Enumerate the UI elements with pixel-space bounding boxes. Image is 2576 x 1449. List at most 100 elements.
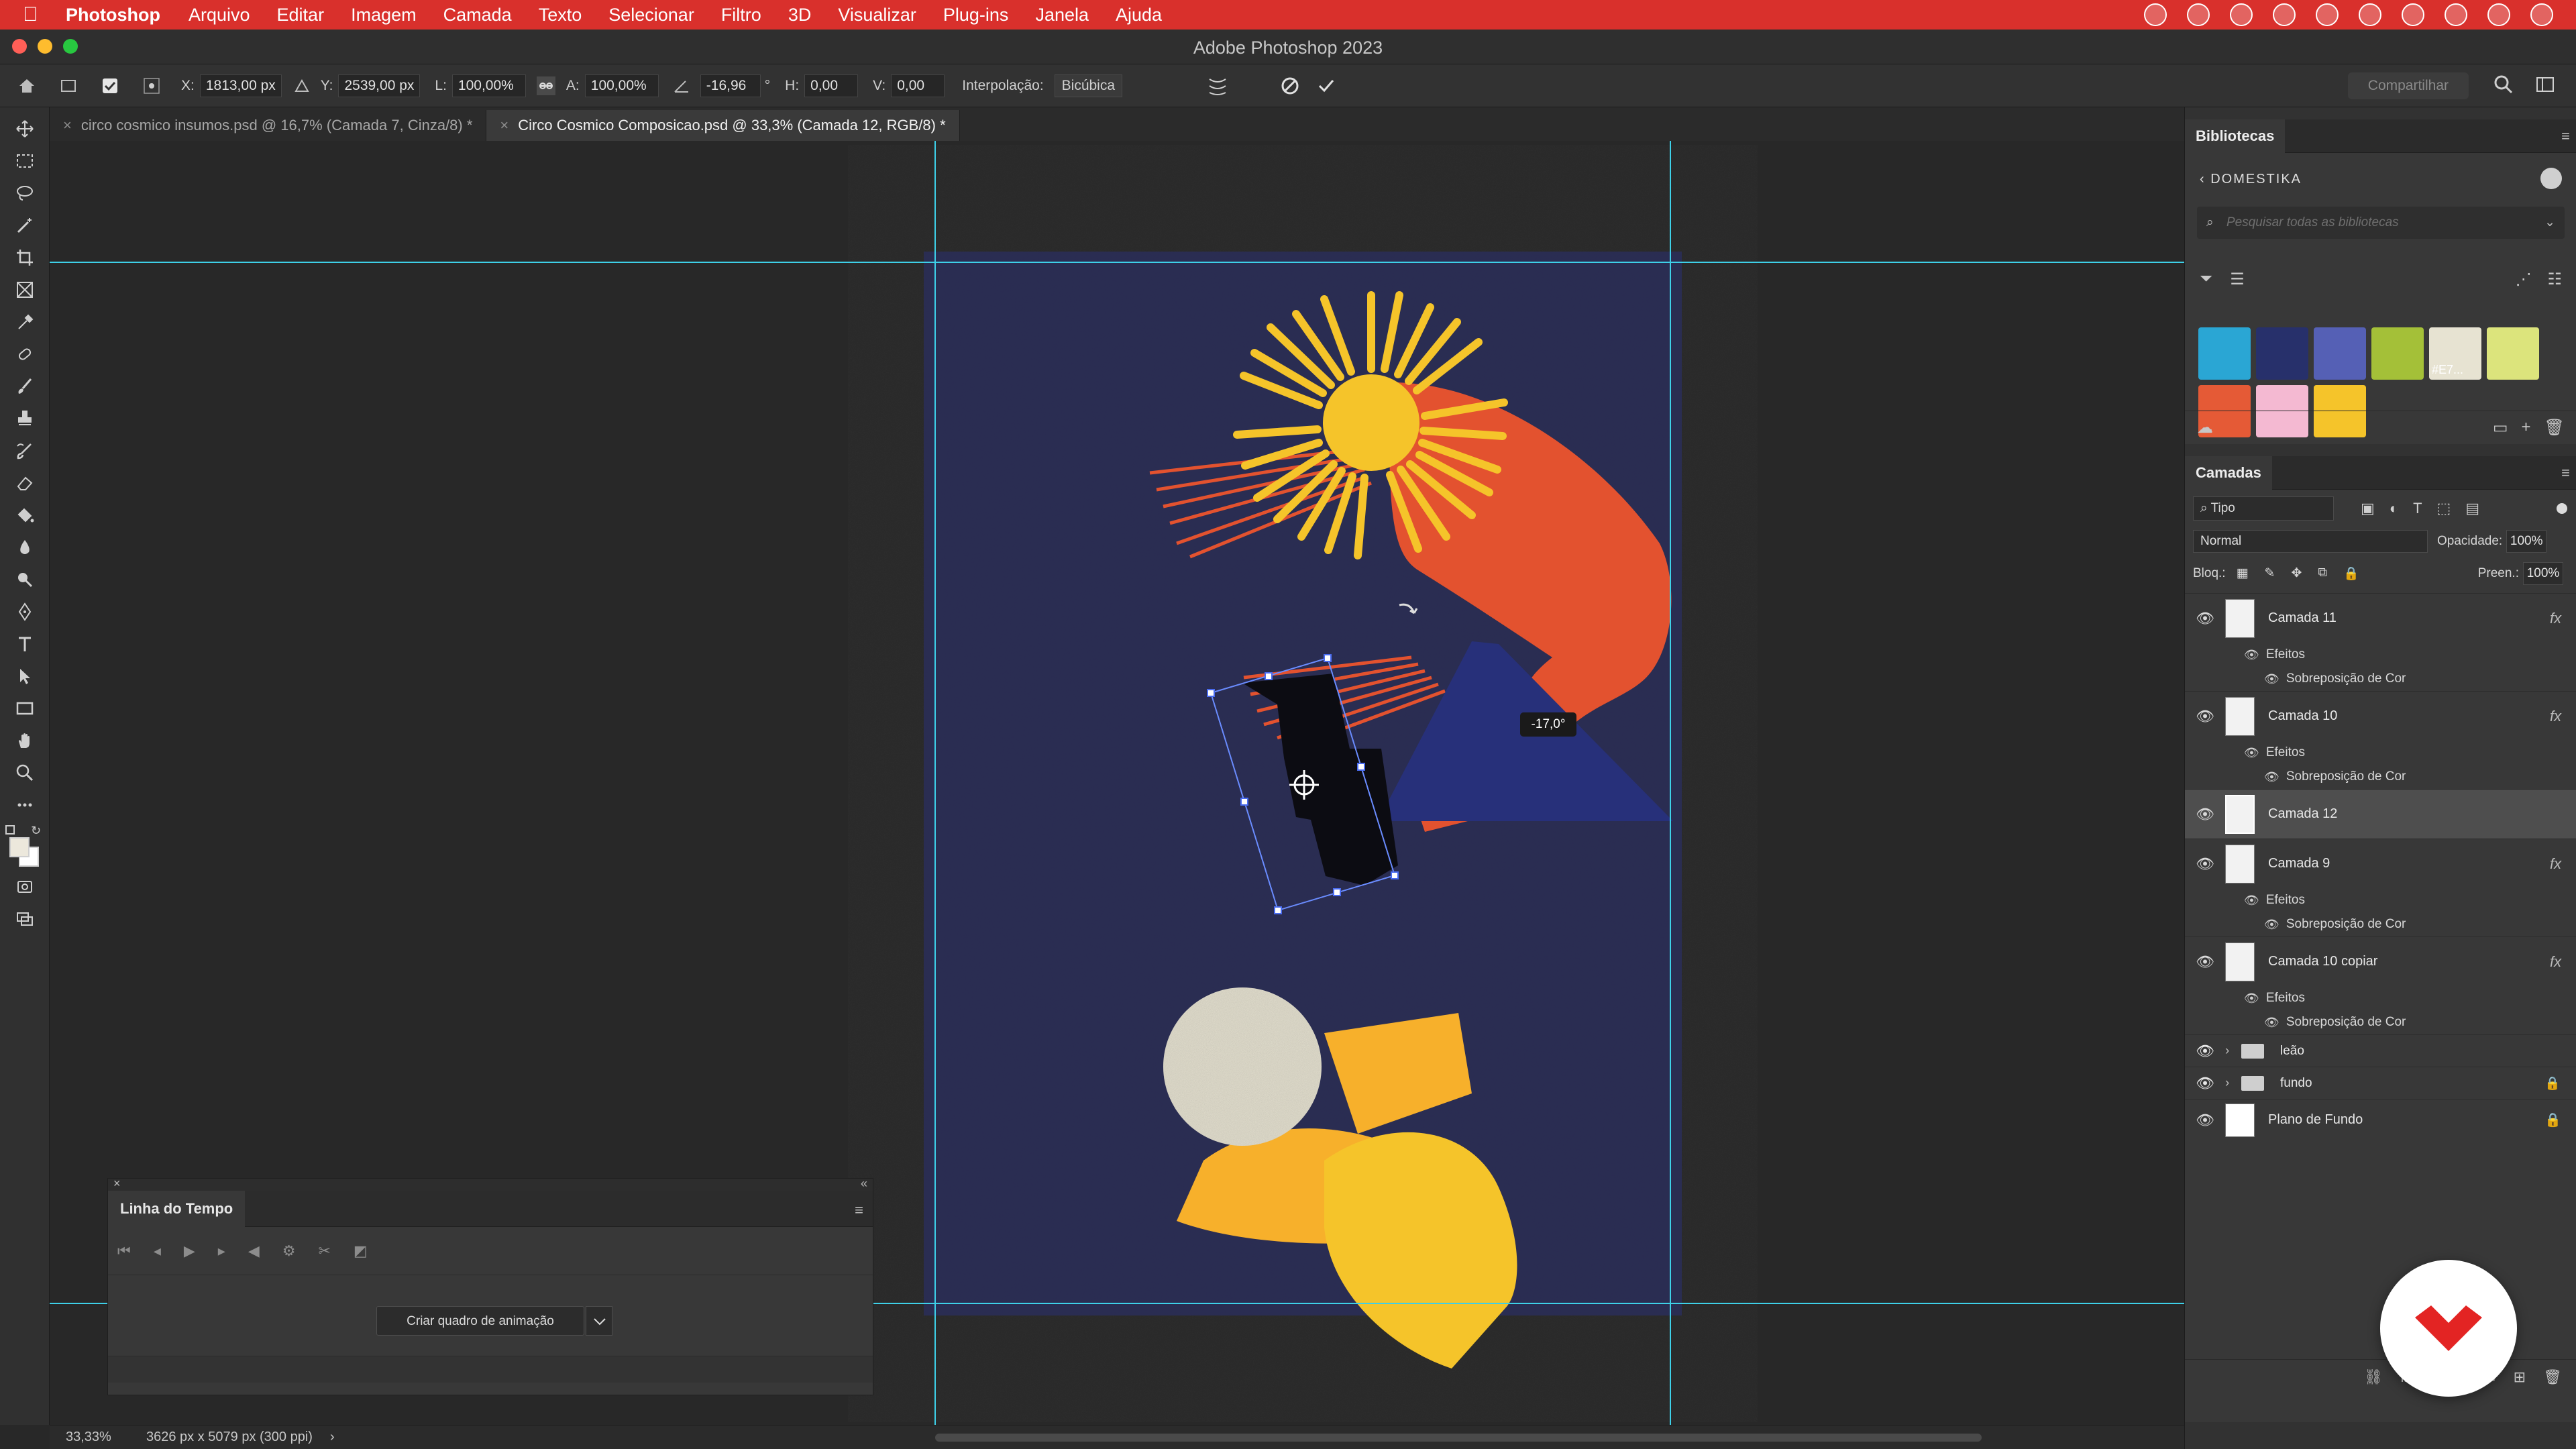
panel-menu-icon[interactable]: ≡ xyxy=(2561,127,2570,145)
apple-menu-icon[interactable]:  xyxy=(23,3,54,26)
clone-stamp-tool-icon[interactable] xyxy=(0,402,50,435)
visibility-eye-icon[interactable]: 👁 xyxy=(2264,918,2279,932)
reference-point-checkbox[interactable] xyxy=(95,71,125,101)
menu-ajuda[interactable]: Ajuda xyxy=(1116,5,1162,25)
reference-point-grid-icon[interactable] xyxy=(137,71,166,101)
history-brush-tool-icon[interactable] xyxy=(0,435,50,467)
library-swatch[interactable] xyxy=(2314,327,2366,380)
type-filter-icon[interactable]: T xyxy=(2413,500,2422,517)
library-swatch[interactable] xyxy=(2371,327,2424,380)
x-field[interactable]: 1813,00 px xyxy=(199,74,282,97)
trash-icon[interactable]: 🗑 xyxy=(2544,418,2565,437)
background-layer-row[interactable]: 👁 Plano de Fundo 🔒 xyxy=(2185,1099,2576,1140)
fx-icon[interactable]: fx xyxy=(2550,855,2576,873)
magic-wand-tool-icon[interactable] xyxy=(0,209,50,241)
list-view-icon[interactable]: ☷ xyxy=(2547,270,2562,294)
eraser-tool-icon[interactable] xyxy=(0,467,50,499)
type-tool-icon[interactable] xyxy=(0,628,50,660)
layer-row[interactable]: 👁 Camada 11 fx xyxy=(2185,593,2576,643)
visibility-eye-icon[interactable]: 👁 xyxy=(2244,894,2259,908)
collaborators-icon[interactable] xyxy=(2540,168,2562,189)
expand-group-icon[interactable]: › xyxy=(2225,1076,2241,1091)
menu-selecionar[interactable]: Selecionar xyxy=(608,5,694,25)
creative-cloud-icon[interactable] xyxy=(2144,3,2167,26)
library-swatch[interactable] xyxy=(2198,327,2251,380)
more-tools-icon[interactable] xyxy=(0,789,50,821)
transition-icon[interactable]: ◩ xyxy=(354,1242,368,1260)
settings-icon[interactable]: ⚙ xyxy=(282,1242,296,1260)
grid-view-icon[interactable]: ⋰ xyxy=(2515,270,2531,294)
quick-mask-icon[interactable] xyxy=(0,871,50,903)
transform-handle[interactable] xyxy=(1240,798,1248,806)
layer-group-row[interactable]: 👁 › fundo 🔒 xyxy=(2185,1067,2576,1099)
healing-brush-tool-icon[interactable] xyxy=(0,338,50,370)
split-icon[interactable]: ✂ xyxy=(318,1242,330,1260)
visibility-eye-icon[interactable]: 👁 xyxy=(2264,770,2279,784)
filter-toggle-icon[interactable] xyxy=(2557,503,2567,514)
transform-handle[interactable] xyxy=(1357,763,1365,771)
shape-filter-icon[interactable]: ⬚ xyxy=(2437,500,2451,517)
previous-frame-icon[interactable]: ◂ xyxy=(154,1242,161,1260)
crop-tool-icon[interactable] xyxy=(0,241,50,274)
fill-field[interactable]: 100% xyxy=(2523,562,2563,585)
control-center-icon[interactable] xyxy=(2487,3,2510,26)
dodge-tool-icon[interactable] xyxy=(0,564,50,596)
panel-menu-icon[interactable]: ≡ xyxy=(855,1201,863,1219)
frame-tool-icon[interactable] xyxy=(0,274,50,306)
zoom-level[interactable]: 33,33% xyxy=(66,1430,130,1445)
library-swatch[interactable] xyxy=(2256,327,2308,380)
fx-icon[interactable]: fx xyxy=(2550,610,2576,627)
vskew-field[interactable]: 0,00 xyxy=(891,74,945,97)
horizontal-scrollbar[interactable] xyxy=(935,1434,1982,1442)
visibility-eye-icon[interactable]: 👁 xyxy=(2244,991,2259,1006)
lock-position-icon[interactable]: ✥ xyxy=(2291,566,2302,582)
globe-icon[interactable] xyxy=(2316,3,2339,26)
sort-icon[interactable]: ☰ xyxy=(2230,270,2245,294)
visibility-eye-icon[interactable]: 👁 xyxy=(2185,1075,2225,1092)
search-icon[interactable] xyxy=(2445,3,2467,26)
visibility-eye-icon[interactable]: 👁 xyxy=(2185,1112,2225,1129)
document-tab-insumos[interactable]: × circo cosmico insumos.psd @ 16,7% (Cam… xyxy=(50,110,487,141)
cloud-icon[interactable]: ☁ xyxy=(2197,418,2213,437)
play-icon[interactable]: ▶ xyxy=(184,1242,195,1260)
warp-mode-icon[interactable] xyxy=(1203,71,1232,101)
menu-janela[interactable]: Janela xyxy=(1035,5,1089,25)
commit-transform-icon[interactable] xyxy=(1311,71,1341,101)
transform-handle[interactable] xyxy=(1265,672,1273,680)
effects-row[interactable]: 👁 Efeitos xyxy=(2185,643,2576,667)
transform-preset-icon[interactable] xyxy=(54,71,83,101)
lock-all-icon[interactable]: 🔒 xyxy=(2343,566,2359,582)
y-field[interactable]: 2539,00 px xyxy=(338,74,421,97)
visibility-eye-icon[interactable]: 👁 xyxy=(2185,855,2225,873)
menu-app-name[interactable]: Photoshop xyxy=(66,5,160,25)
transform-handle[interactable] xyxy=(1333,888,1341,896)
effects-row[interactable]: 👁 Efeitos xyxy=(2185,741,2576,765)
cancel-transform-icon[interactable] xyxy=(1275,71,1305,101)
adjustment-filter-icon[interactable]: ◐ xyxy=(2390,500,2398,517)
transform-handle[interactable] xyxy=(1391,871,1399,879)
interpolation-select[interactable]: Bicúbica xyxy=(1054,74,1123,97)
menu-plugins[interactable]: Plug-ins xyxy=(943,5,1009,25)
layer-group-row[interactable]: 👁 › leão xyxy=(2185,1034,2576,1067)
workspace-icon[interactable] xyxy=(2534,74,2556,99)
fx-icon[interactable]: fx xyxy=(2550,953,2576,971)
fx-icon[interactable]: fx xyxy=(2550,708,2576,725)
status-menu-icon[interactable]: › xyxy=(330,1430,335,1445)
lock-pixels-icon[interactable]: ✎ xyxy=(2265,566,2275,582)
transform-handle[interactable] xyxy=(1274,906,1282,914)
visibility-eye-icon[interactable]: 👁 xyxy=(2244,648,2259,662)
filter-icon[interactable]: ⏷ xyxy=(2200,270,2212,294)
pen-tool-icon[interactable] xyxy=(0,596,50,628)
layer-row[interactable]: 👁 Camada 10 fx xyxy=(2185,691,2576,741)
marquee-tool-icon[interactable] xyxy=(0,145,50,177)
first-frame-icon[interactable]: ⏮ xyxy=(117,1242,131,1260)
screen-mode-icon[interactable] xyxy=(0,903,50,935)
width-field[interactable]: 100,00% xyxy=(451,74,526,97)
timeline-tab[interactable]: Linha do Tempo xyxy=(108,1191,246,1227)
visibility-eye-icon[interactable]: 👁 xyxy=(2185,806,2225,823)
layers-tab[interactable]: Camadas xyxy=(2185,456,2272,490)
close-panel-icon[interactable]: × xyxy=(113,1177,121,1191)
effect-item[interactable]: 👁 Sobreposição de Cor xyxy=(2185,1010,2576,1034)
effects-row[interactable]: 👁 Efeitos xyxy=(2185,888,2576,912)
hskew-field[interactable]: 0,00 xyxy=(804,74,859,97)
